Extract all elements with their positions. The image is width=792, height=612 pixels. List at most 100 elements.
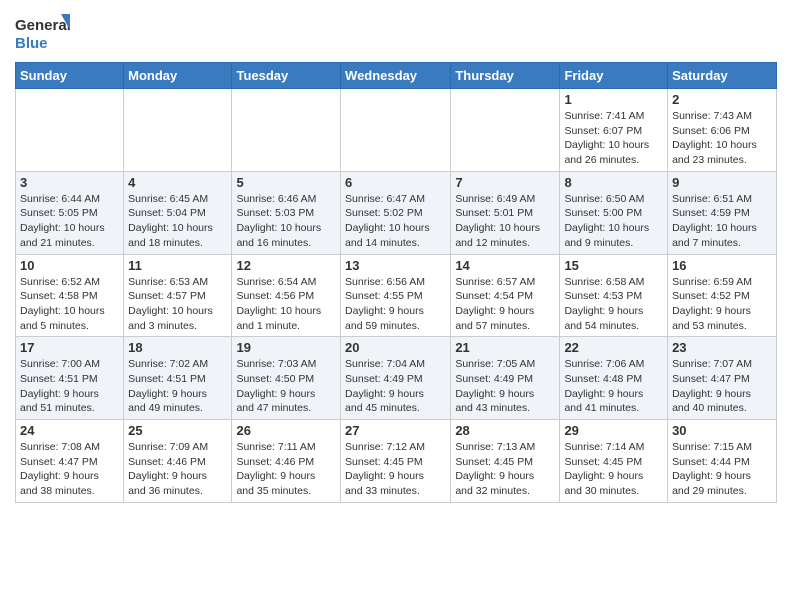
calendar-cell: 25 Sunrise: 7:09 AM Sunset: 4:46 PM Dayli… xyxy=(124,420,232,503)
calendar-cell: 5 Sunrise: 6:46 AM Sunset: 5:03 PM Daylig… xyxy=(232,171,341,254)
calendar-cell xyxy=(451,89,560,172)
logo: General Blue xyxy=(15,14,70,56)
day-info: Sunrise: 7:04 AM Sunset: 4:49 PM Dayligh… xyxy=(345,357,446,416)
weekday-header-tuesday: Tuesday xyxy=(232,63,341,89)
svg-text:General: General xyxy=(15,17,70,34)
calendar-cell: 4 Sunrise: 6:45 AM Sunset: 5:04 PM Daylig… xyxy=(124,171,232,254)
day-number: 8 xyxy=(564,175,663,190)
calendar-cell xyxy=(124,89,232,172)
day-number: 4 xyxy=(128,175,227,190)
day-number: 9 xyxy=(672,175,772,190)
day-number: 27 xyxy=(345,423,446,438)
calendar-cell: 7 Sunrise: 6:49 AM Sunset: 5:01 PM Daylig… xyxy=(451,171,560,254)
day-info: Sunrise: 6:47 AM Sunset: 5:02 PM Dayligh… xyxy=(345,192,446,251)
day-number: 26 xyxy=(236,423,336,438)
calendar-cell: 21Sunrise: 7:05 AM Sunset: 4:49 PM Dayli… xyxy=(451,337,560,420)
calendar-cell: 22Sunrise: 7:06 AM Sunset: 4:48 PM Dayli… xyxy=(560,337,668,420)
day-info: Sunrise: 7:41 AM Sunset: 6:07 PM Dayligh… xyxy=(564,109,663,168)
day-number: 22 xyxy=(564,340,663,355)
logo-svg: General Blue xyxy=(15,14,70,56)
day-info: Sunrise: 7:09 AM Sunset: 4:46 PM Dayligh… xyxy=(128,440,227,499)
calendar-cell: 3 Sunrise: 6:44 AM Sunset: 5:05 PM Daylig… xyxy=(16,171,124,254)
day-info: Sunrise: 7:02 AM Sunset: 4:51 PM Dayligh… xyxy=(128,357,227,416)
day-info: Sunrise: 7:07 AM Sunset: 4:47 PM Dayligh… xyxy=(672,357,772,416)
week-row-1: 1 Sunrise: 7:41 AM Sunset: 6:07 PM Daylig… xyxy=(16,89,777,172)
calendar-cell: 1 Sunrise: 7:41 AM Sunset: 6:07 PM Daylig… xyxy=(560,89,668,172)
week-row-2: 3 Sunrise: 6:44 AM Sunset: 5:05 PM Daylig… xyxy=(16,171,777,254)
day-info: Sunrise: 6:53 AM Sunset: 4:57 PM Dayligh… xyxy=(128,275,227,334)
calendar-cell: 18 Sunrise: 7:02 AM Sunset: 4:51 PM Dayli… xyxy=(124,337,232,420)
day-number: 24 xyxy=(20,423,119,438)
weekday-header-saturday: Saturday xyxy=(668,63,777,89)
calendar-cell: 14 Sunrise: 6:57 AM Sunset: 4:54 PM Dayli… xyxy=(451,254,560,337)
day-info: Sunrise: 6:57 AM Sunset: 4:54 PM Dayligh… xyxy=(455,275,555,334)
calendar-cell: 26 Sunrise: 7:11 AM Sunset: 4:46 PM Dayli… xyxy=(232,420,341,503)
calendar-cell: 8Sunrise: 6:50 AM Sunset: 5:00 PM Daylig… xyxy=(560,171,668,254)
calendar-table: SundayMondayTuesdayWednesdayThursdayFrid… xyxy=(15,62,777,503)
calendar-cell: 19 Sunrise: 7:03 AM Sunset: 4:50 PM Dayli… xyxy=(232,337,341,420)
day-info: Sunrise: 7:11 AM Sunset: 4:46 PM Dayligh… xyxy=(236,440,336,499)
day-info: Sunrise: 6:56 AM Sunset: 4:55 PM Dayligh… xyxy=(345,275,446,334)
calendar-cell: 23 Sunrise: 7:07 AM Sunset: 4:47 PM Dayli… xyxy=(668,337,777,420)
calendar-cell xyxy=(16,89,124,172)
day-info: Sunrise: 7:08 AM Sunset: 4:47 PM Dayligh… xyxy=(20,440,119,499)
calendar-cell: 13 Sunrise: 6:56 AM Sunset: 4:55 PM Dayli… xyxy=(341,254,451,337)
calendar-cell: 20 Sunrise: 7:04 AM Sunset: 4:49 PM Dayli… xyxy=(341,337,451,420)
calendar-cell xyxy=(341,89,451,172)
day-number: 15 xyxy=(564,258,663,273)
calendar-cell: 12 Sunrise: 6:54 AM Sunset: 4:56 PM Dayli… xyxy=(232,254,341,337)
day-info: Sunrise: 6:49 AM Sunset: 5:01 PM Dayligh… xyxy=(455,192,555,251)
day-number: 29 xyxy=(564,423,663,438)
svg-text:Blue: Blue xyxy=(15,35,48,52)
week-row-3: 10 Sunrise: 6:52 AM Sunset: 4:58 PM Dayli… xyxy=(16,254,777,337)
weekday-header-wednesday: Wednesday xyxy=(341,63,451,89)
calendar-cell: 11 Sunrise: 6:53 AM Sunset: 4:57 PM Dayli… xyxy=(124,254,232,337)
day-number: 10 xyxy=(20,258,119,273)
day-info: Sunrise: 6:44 AM Sunset: 5:05 PM Dayligh… xyxy=(20,192,119,251)
week-row-5: 24 Sunrise: 7:08 AM Sunset: 4:47 PM Dayli… xyxy=(16,420,777,503)
day-number: 13 xyxy=(345,258,446,273)
day-number: 7 xyxy=(455,175,555,190)
day-number: 12 xyxy=(236,258,336,273)
calendar-cell: 28Sunrise: 7:13 AM Sunset: 4:45 PM Dayli… xyxy=(451,420,560,503)
day-info: Sunrise: 6:45 AM Sunset: 5:04 PM Dayligh… xyxy=(128,192,227,251)
day-number: 6 xyxy=(345,175,446,190)
day-number: 23 xyxy=(672,340,772,355)
calendar-cell: 27 Sunrise: 7:12 AM Sunset: 4:45 PM Dayli… xyxy=(341,420,451,503)
calendar-cell: 29 Sunrise: 7:14 AM Sunset: 4:45 PM Dayli… xyxy=(560,420,668,503)
calendar-cell: 6 Sunrise: 6:47 AM Sunset: 5:02 PM Daylig… xyxy=(341,171,451,254)
day-number: 18 xyxy=(128,340,227,355)
day-info: Sunrise: 7:14 AM Sunset: 4:45 PM Dayligh… xyxy=(564,440,663,499)
day-info: Sunrise: 6:58 AM Sunset: 4:53 PM Dayligh… xyxy=(564,275,663,334)
day-number: 1 xyxy=(564,92,663,107)
day-info: Sunrise: 6:46 AM Sunset: 5:03 PM Dayligh… xyxy=(236,192,336,251)
day-info: Sunrise: 6:59 AM Sunset: 4:52 PM Dayligh… xyxy=(672,275,772,334)
weekday-header-thursday: Thursday xyxy=(451,63,560,89)
day-number: 25 xyxy=(128,423,227,438)
day-info: Sunrise: 6:54 AM Sunset: 4:56 PM Dayligh… xyxy=(236,275,336,334)
day-number: 19 xyxy=(236,340,336,355)
weekday-header-friday: Friday xyxy=(560,63,668,89)
week-row-4: 17Sunrise: 7:00 AM Sunset: 4:51 PM Dayli… xyxy=(16,337,777,420)
weekday-header-sunday: Sunday xyxy=(16,63,124,89)
calendar-cell: 10 Sunrise: 6:52 AM Sunset: 4:58 PM Dayli… xyxy=(16,254,124,337)
calendar-cell: 16Sunrise: 6:59 AM Sunset: 4:52 PM Dayli… xyxy=(668,254,777,337)
weekday-header-monday: Monday xyxy=(124,63,232,89)
day-number: 5 xyxy=(236,175,336,190)
day-number: 14 xyxy=(455,258,555,273)
calendar-cell: 2 Sunrise: 7:43 AM Sunset: 6:06 PM Daylig… xyxy=(668,89,777,172)
calendar-cell xyxy=(232,89,341,172)
day-info: Sunrise: 7:12 AM Sunset: 4:45 PM Dayligh… xyxy=(345,440,446,499)
day-number: 28 xyxy=(455,423,555,438)
day-info: Sunrise: 7:00 AM Sunset: 4:51 PM Dayligh… xyxy=(20,357,119,416)
calendar-cell: 15 Sunrise: 6:58 AM Sunset: 4:53 PM Dayli… xyxy=(560,254,668,337)
day-number: 20 xyxy=(345,340,446,355)
day-number: 2 xyxy=(672,92,772,107)
day-info: Sunrise: 7:03 AM Sunset: 4:50 PM Dayligh… xyxy=(236,357,336,416)
weekday-header-row: SundayMondayTuesdayWednesdayThursdayFrid… xyxy=(16,63,777,89)
day-info: Sunrise: 6:52 AM Sunset: 4:58 PM Dayligh… xyxy=(20,275,119,334)
day-info: Sunrise: 7:05 AM Sunset: 4:49 PM Dayligh… xyxy=(455,357,555,416)
day-number: 11 xyxy=(128,258,227,273)
day-number: 3 xyxy=(20,175,119,190)
day-info: Sunrise: 7:43 AM Sunset: 6:06 PM Dayligh… xyxy=(672,109,772,168)
